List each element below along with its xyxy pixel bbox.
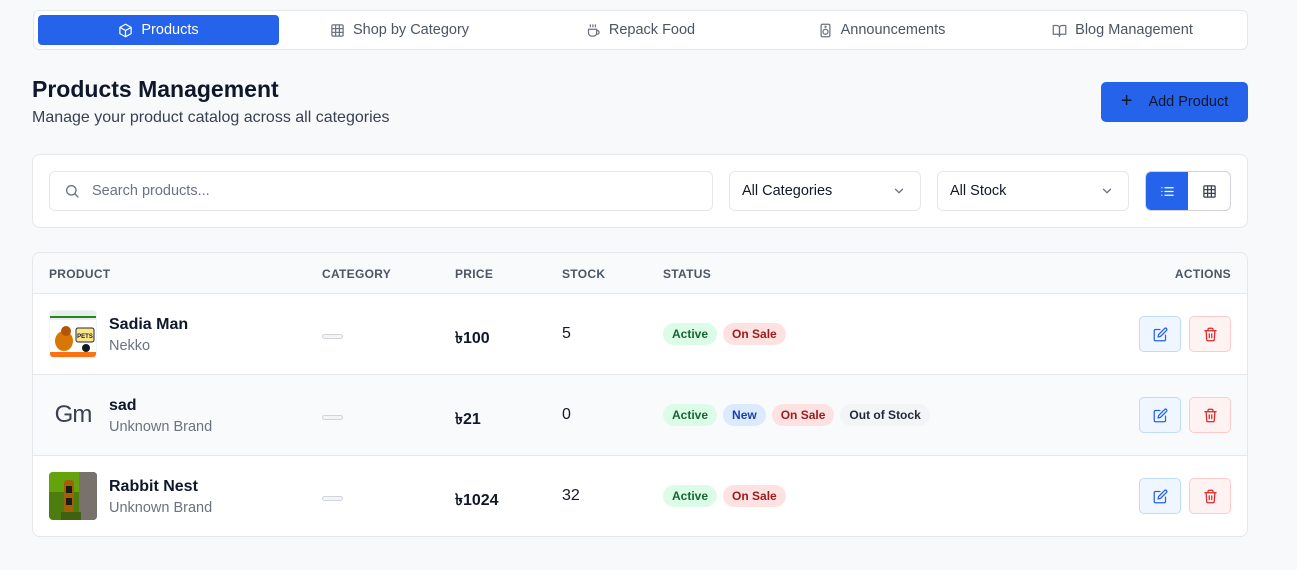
product-brand: Nekko <box>109 338 151 354</box>
trash-icon <box>1203 327 1217 341</box>
list-icon <box>1160 186 1174 196</box>
edit-icon <box>1153 408 1167 422</box>
grid-icon <box>1202 184 1216 198</box>
view-toggle <box>1145 171 1231 211</box>
tab-blog-management[interactable]: Blog Management <box>1002 15 1243 45</box>
edit-button[interactable] <box>1139 316 1181 352</box>
status-badge-active: Active <box>663 404 718 426</box>
column-header-product: PRODUCT <box>49 267 111 281</box>
product-image-text: Gm <box>54 401 93 428</box>
product-name: sad <box>109 397 137 414</box>
status-badge-active: Active <box>663 323 718 345</box>
product-image <box>49 472 97 520</box>
column-header-stock: STOCK <box>562 267 606 281</box>
table-row: PETS Sadia Man Nekko ৳100 5 Active On Sa… <box>33 294 1247 375</box>
page-subtitle: Manage your product catalog across all c… <box>32 109 390 126</box>
status-badges: Active On Sale <box>663 323 786 345</box>
table-header: PRODUCT CATEGORY PRICE STOCK STATUS ACTI… <box>33 253 1247 294</box>
grid-view-button[interactable] <box>1188 172 1230 210</box>
page-title: Products Management <box>32 76 279 102</box>
products-table: PRODUCT CATEGORY PRICE STOCK STATUS ACTI… <box>32 252 1248 537</box>
status-badge-on-sale: On Sale <box>723 323 786 345</box>
column-header-actions: ACTIONS <box>1174 267 1231 281</box>
product-stock: 32 <box>562 487 580 504</box>
grid-icon <box>331 23 344 37</box>
list-view-button[interactable] <box>1146 172 1188 210</box>
product-image: Gm <box>49 391 97 439</box>
tab-repack-food[interactable]: Repack Food <box>520 15 761 45</box>
trash-icon <box>1203 489 1217 503</box>
delete-button[interactable] <box>1189 316 1231 352</box>
category-badge <box>322 496 343 501</box>
product-brand: Unknown Brand <box>109 419 213 435</box>
product-name: Sadia Man <box>109 316 189 333</box>
book-icon <box>1052 24 1067 37</box>
category-select-value: All Categories <box>742 183 833 199</box>
plus-icon: + <box>1120 90 1133 112</box>
status-badges: Active On Sale <box>663 485 786 507</box>
column-header-category: CATEGORY <box>322 267 392 281</box>
add-product-button[interactable]: + Add Product <box>1101 82 1248 122</box>
stock-select-value: All Stock <box>950 183 1007 199</box>
delete-button[interactable] <box>1189 478 1231 514</box>
product-price: ৳100 <box>455 330 490 347</box>
column-header-price: PRICE <box>455 267 494 281</box>
tab-products[interactable]: Products <box>38 15 279 45</box>
search-icon <box>66 185 79 198</box>
top-tab-bar: Products Shop by Category Repack Food An… <box>33 10 1248 50</box>
tab-label: Repack Food <box>608 22 696 38</box>
trash-icon <box>1203 408 1217 422</box>
category-badge <box>322 334 343 339</box>
status-badge-new: New <box>723 404 766 426</box>
column-header-status: STATUS <box>663 267 712 281</box>
status-badge-on-sale: On Sale <box>771 404 835 426</box>
product-price: ৳21 <box>455 411 481 428</box>
table-row: Gm sad Unknown Brand ৳21 0 Active New On… <box>33 375 1247 456</box>
table-row: Rabbit Nest Unknown Brand ৳1024 32 Activ… <box>33 456 1247 536</box>
coffee-icon <box>587 23 600 37</box>
product-image-text: PETS <box>77 334 93 340</box>
edit-icon <box>1153 327 1167 341</box>
edit-button[interactable] <box>1139 478 1181 514</box>
status-badges: Active New On Sale Out of Stock <box>663 404 930 426</box>
edit-button[interactable] <box>1139 397 1181 433</box>
package-icon <box>119 23 133 37</box>
tab-label: Announcements <box>840 22 946 38</box>
delete-button[interactable] <box>1189 397 1231 433</box>
product-name: Rabbit Nest <box>109 478 198 495</box>
filter-bar: All Categories All Stock <box>32 154 1248 228</box>
category-badge <box>322 415 343 420</box>
product-stock: 0 <box>562 406 571 423</box>
status-badge-out-of-stock: Out of Stock <box>840 404 930 426</box>
tab-announcements[interactable]: Announcements <box>761 15 1002 45</box>
status-badge-on-sale: On Sale <box>723 485 786 507</box>
product-price: ৳1024 <box>455 492 499 509</box>
tab-label: Products <box>141 22 199 38</box>
product-image: PETS <box>49 310 97 358</box>
speaker-icon <box>820 23 831 37</box>
stock-select[interactable]: All Stock <box>937 171 1129 211</box>
category-select[interactable]: All Categories <box>729 171 921 211</box>
chevron-down-icon <box>1102 188 1112 194</box>
search-input[interactable] <box>92 183 652 199</box>
tab-shop-by-category[interactable]: Shop by Category <box>279 15 520 45</box>
chevron-down-icon <box>894 188 904 194</box>
product-brand: Unknown Brand <box>109 500 213 516</box>
search-box <box>49 171 713 211</box>
edit-icon <box>1153 489 1167 503</box>
product-stock: 5 <box>562 325 571 342</box>
status-badge-active: Active <box>663 485 718 507</box>
tab-label: Shop by Category <box>352 22 470 38</box>
add-product-label: Add Product <box>1148 94 1229 110</box>
tab-label: Blog Management <box>1075 22 1193 38</box>
